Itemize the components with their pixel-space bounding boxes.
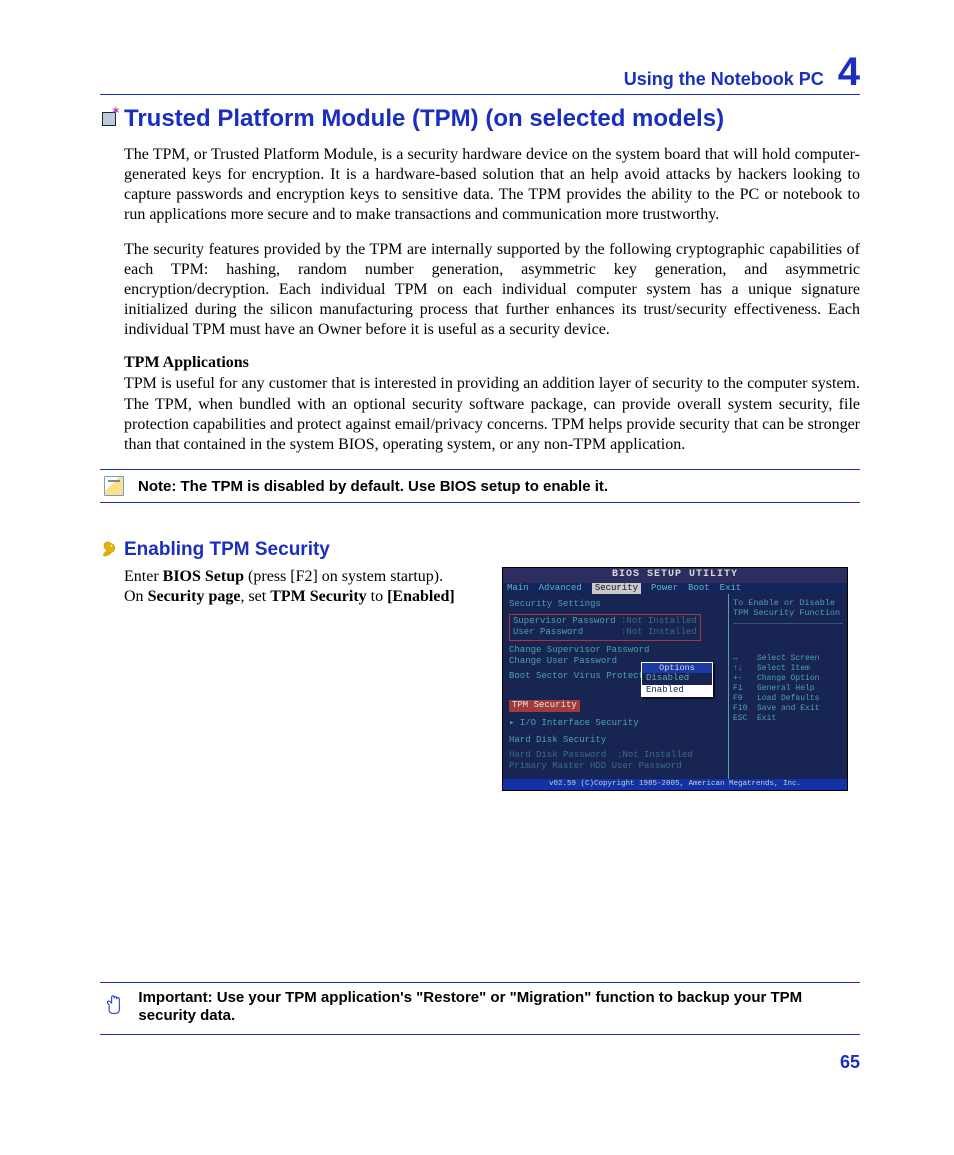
bios-screenshot: BIOS SETUP UTILITY Main Advanced Securit…: [502, 567, 848, 791]
bios-title: BIOS SETUP UTILITY: [503, 568, 847, 583]
important-text: Important: Use your TPM application's "R…: [138, 989, 856, 1027]
bios-option-disabled: Disabled: [642, 673, 712, 684]
bios-tab-advanced: Advanced: [539, 583, 582, 594]
hand-icon: [104, 991, 124, 1017]
bios-options-popup: Options Disabled Enabled: [641, 662, 713, 697]
key-icon: [100, 541, 118, 559]
bios-option-enabled: Enabled: [642, 685, 712, 696]
bios-tab-boot: Boot: [688, 583, 710, 594]
bios-copyright: v02.59 (C)Copyright 1985-2005, American …: [503, 779, 847, 790]
paragraph-3: TPM is useful for any customer that is i…: [124, 374, 860, 455]
paragraph-1: The TPM, or Trusted Platform Module, is …: [124, 145, 860, 226]
enabling-heading: Enabling TPM Security: [100, 539, 860, 561]
bios-tpm-security-row: TPM Security: [509, 700, 722, 711]
page: Using the Notebook PC 4 Trusted Platform…: [0, 0, 954, 1115]
tpm-applications-heading: TPM Applications: [124, 354, 860, 372]
bios-hdd-security: Hard Disk Security: [509, 735, 722, 746]
chapter-header: Using the Notebook PC 4: [100, 52, 860, 92]
bios-change-super: Change Supervisor Password: [509, 645, 722, 656]
note-callout: Note: The TPM is disabled by default. Us…: [100, 469, 860, 503]
bios-tab-security: Security: [592, 583, 641, 594]
paragraph-2: The security features provided by the TP…: [124, 240, 860, 341]
title-text: Trusted Platform Module (TPM) (on select…: [124, 105, 724, 133]
chapter-title: Using the Notebook PC: [624, 69, 824, 90]
page-title: Trusted Platform Module (TPM) (on select…: [100, 105, 860, 133]
enabling-heading-text: Enabling TPM Security: [124, 539, 330, 561]
note-text: Note: The TPM is disabled by default. Us…: [138, 478, 856, 495]
bios-side-desc: To Enable or Disable TPM Security Functi…: [733, 598, 843, 619]
bios-tab-power: Power: [651, 583, 678, 594]
chapter-number: 4: [838, 52, 860, 92]
bios-main-panel: Security Settings Supervisor Password :N…: [503, 594, 728, 779]
bios-passwords-box: Supervisor Password :Not Installed User …: [509, 614, 701, 641]
page-number: 65: [840, 1052, 860, 1073]
bios-options-title: Options: [642, 663, 712, 674]
bios-side-panel: To Enable or Disable TPM Security Functi…: [728, 594, 847, 779]
enabling-instructions: Enter BIOS Setup (press [F2] on system s…: [124, 567, 480, 607]
bios-help-keys: ↔ Select Screen ↑↓ Select Item +- Change…: [733, 654, 843, 724]
bios-tab-exit: Exit: [720, 583, 742, 594]
bios-primary-hdd: Primary Master HDD User Password: [509, 761, 722, 772]
bios-menubar: Main Advanced Security Power Boot Exit: [503, 583, 847, 594]
bios-tab-main: Main: [507, 583, 529, 594]
bios-section-label: Security Settings: [509, 599, 722, 610]
header-rule: [100, 94, 860, 95]
tpm-icon: [100, 110, 118, 128]
note-icon: [104, 476, 124, 496]
bios-io-interface: ▸ I/O Interface Security: [509, 718, 722, 729]
important-callout: Important: Use your TPM application's "R…: [100, 982, 860, 1036]
